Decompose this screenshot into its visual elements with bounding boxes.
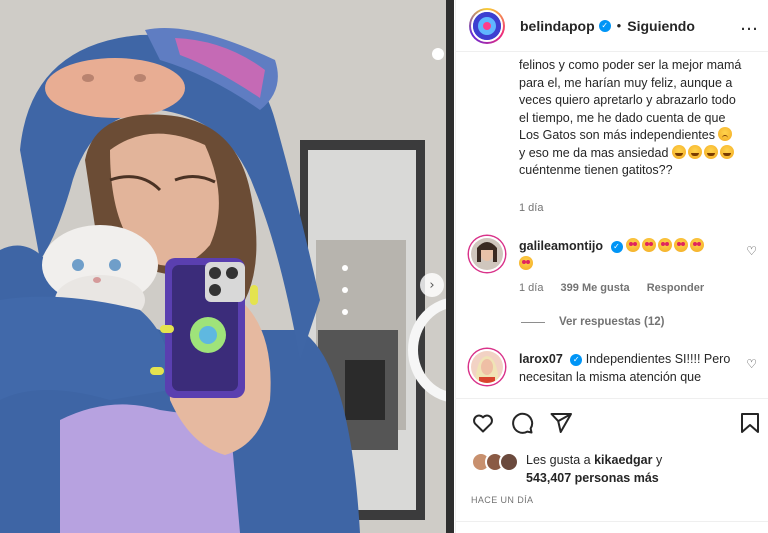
star-struck-emoji-icon bbox=[642, 238, 657, 252]
comment-avatar[interactable] bbox=[469, 236, 505, 272]
comment-avatar[interactable] bbox=[469, 349, 505, 385]
comment-body: larox07 ✓ Independientes SI!!!! Pero nec… bbox=[519, 350, 737, 386]
comments-list[interactable]: felinos y como poder ser la mejor mamá p… bbox=[456, 53, 768, 398]
comment-username[interactable]: galileamontijo bbox=[519, 239, 603, 253]
caption-text-c: cuéntenme tienen gatitos?? bbox=[519, 163, 673, 177]
following-button[interactable]: Siguiendo bbox=[627, 18, 695, 34]
bookmark-icon[interactable] bbox=[739, 411, 761, 435]
reply-button[interactable]: Responder bbox=[647, 282, 704, 294]
comment-username[interactable]: larox07 bbox=[519, 352, 563, 366]
likes-count[interactable]: 543,407 personas más bbox=[526, 471, 659, 485]
verified-badge-icon: ✓ bbox=[570, 353, 583, 366]
post-actions: Les gusta a kikaedgar y 543,407 personas… bbox=[456, 398, 768, 533]
sad-face-emoji-icon bbox=[718, 127, 733, 141]
comment-icon[interactable] bbox=[510, 411, 534, 435]
author-avatar[interactable] bbox=[469, 7, 505, 44]
photo-illustration bbox=[0, 0, 454, 533]
comment-item: galileamontijo ✓ ♡ 1 día 399 Me gusta Re… bbox=[469, 236, 759, 316]
replies-divider bbox=[521, 321, 545, 323]
comment-item: larox07 ✓ Independientes SI!!!! Pero nec… bbox=[469, 349, 759, 398]
divider bbox=[456, 521, 768, 522]
separator-dot: • bbox=[616, 18, 622, 33]
action-bar bbox=[469, 411, 759, 437]
liked-by-user[interactable]: kikaedgar bbox=[594, 453, 652, 467]
post-photo[interactable]: › bbox=[0, 0, 454, 533]
instagram-post-modal: › belindapop ✓ • Siguiendo … felinos y c… bbox=[0, 0, 768, 533]
view-replies-button[interactable]: Ver respuestas (12) bbox=[521, 316, 664, 328]
comment-meta: 1 día 399 Me gusta Responder bbox=[519, 282, 704, 294]
comment-time: 1 día bbox=[519, 282, 544, 294]
star-struck-emoji-icon bbox=[690, 238, 705, 252]
verified-badge-icon: ✓ bbox=[610, 240, 623, 253]
post-panel: belindapop ✓ • Siguiendo … felinos y com… bbox=[455, 0, 768, 533]
star-struck-emoji-icon bbox=[626, 238, 641, 252]
avatar bbox=[499, 452, 519, 472]
comment-body: galileamontijo ✓ bbox=[519, 237, 737, 273]
more-options-icon[interactable]: … bbox=[740, 14, 759, 35]
chevron-right-icon: › bbox=[429, 277, 435, 293]
laughing-emoji-icon bbox=[671, 144, 686, 159]
like-comment-heart-icon[interactable]: ♡ bbox=[746, 357, 757, 371]
star-struck-emoji-icon bbox=[658, 238, 673, 252]
heart-icon[interactable] bbox=[471, 411, 495, 435]
next-photo-button[interactable]: › bbox=[420, 273, 444, 297]
star-struck-emoji-icon bbox=[519, 256, 533, 270]
laughing-emoji-icon bbox=[703, 144, 718, 159]
like-comment-heart-icon[interactable]: ♡ bbox=[746, 244, 757, 258]
author-username[interactable]: belindapop bbox=[520, 18, 595, 34]
send-icon[interactable] bbox=[549, 411, 573, 435]
post-date: HACE UN DÍA bbox=[471, 495, 534, 505]
post-header: belindapop ✓ • Siguiendo … bbox=[456, 0, 768, 52]
likes-summary: Les gusta a kikaedgar y 543,407 personas… bbox=[471, 452, 662, 487]
laughing-emoji-icon bbox=[687, 144, 702, 159]
grinning-emoji-icon bbox=[719, 144, 734, 159]
caption-time: 1 día bbox=[519, 202, 544, 214]
view-replies-label: Ver respuestas (12) bbox=[559, 316, 665, 328]
caption-text: felinos y como poder ser la mejor mamá p… bbox=[519, 57, 744, 180]
likes-text[interactable]: Les gusta a kikaedgar y 543,407 personas… bbox=[526, 452, 662, 487]
star-struck-emoji-icon bbox=[674, 238, 689, 252]
likes-mid: y bbox=[652, 453, 663, 467]
verified-badge-icon: ✓ bbox=[598, 19, 611, 32]
caption-text-b: y eso me da mas ansiedad bbox=[519, 145, 669, 160]
comment-likes[interactable]: 399 Me gusta bbox=[561, 282, 630, 294]
likes-prefix: Les gusta a bbox=[526, 453, 595, 467]
caption-text-a: felinos y como poder ser la mejor mamá p… bbox=[519, 58, 742, 142]
liked-by-avatars[interactable] bbox=[471, 452, 523, 472]
